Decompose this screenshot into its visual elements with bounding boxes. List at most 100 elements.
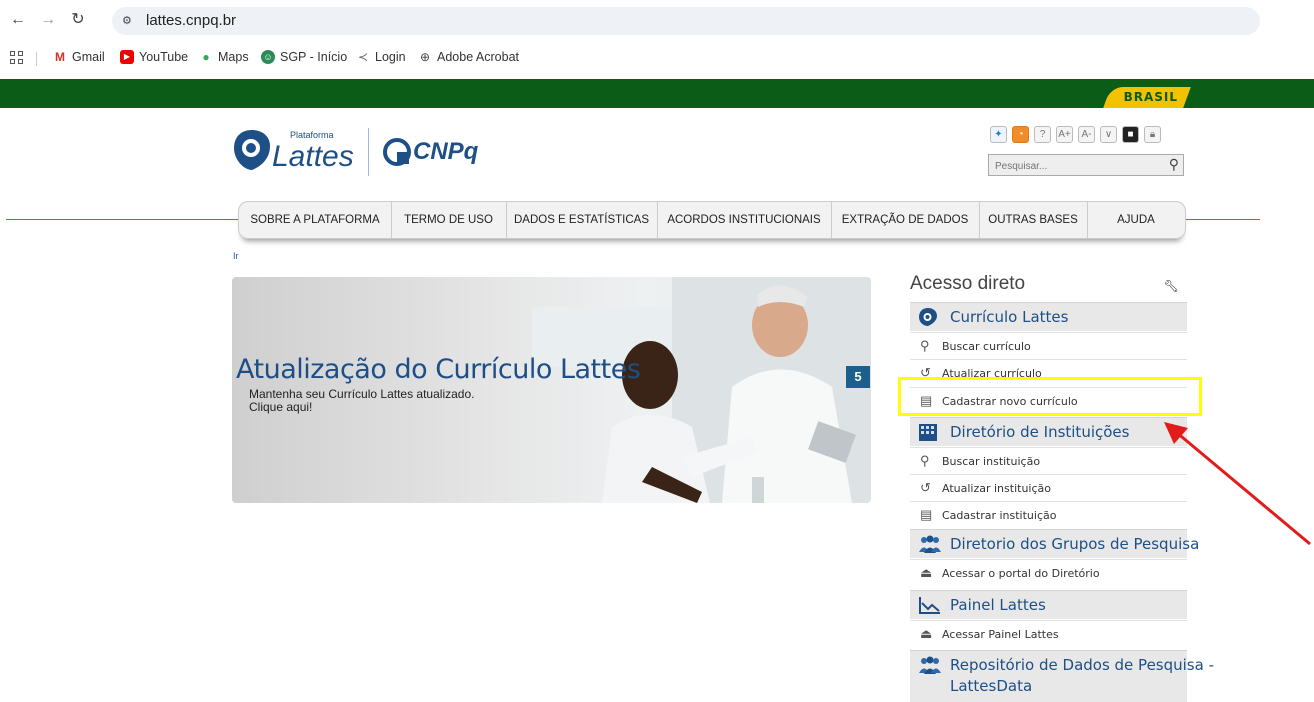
gmail-icon: M xyxy=(55,50,65,64)
item-label: Buscar instituição xyxy=(942,455,1041,468)
mouse-icon: ⏏ xyxy=(920,565,933,580)
banner-subtitle: Mantenha seu Currículo Lattes atualizado… xyxy=(249,388,474,414)
mouse-icon: ⏏ xyxy=(920,626,933,641)
bookmark-label: Gmail xyxy=(72,50,105,64)
url-text: lattes.cnpq.br xyxy=(146,12,237,29)
menu-extracao[interactable]: EXTRAÇÃO DE DADOS xyxy=(831,202,980,238)
section-label: Painel Lattes xyxy=(950,596,1046,614)
back-icon[interactable]: ← xyxy=(8,10,28,30)
bookmark-youtube[interactable]: ▶ YouTube xyxy=(120,50,188,64)
wrench-icon[interactable]: 🔧︎ xyxy=(1164,279,1179,293)
chart-line-icon xyxy=(919,597,940,614)
cnpq-logo[interactable]: CNPq xyxy=(368,128,488,176)
bookmark-label: YouTube xyxy=(139,50,189,64)
bookmark-login[interactable]: ≺ Login xyxy=(356,50,406,64)
red-arrow-annotation xyxy=(1164,422,1311,546)
menu-dados[interactable]: DADOS E ESTATÍSTICAS xyxy=(506,202,658,238)
section-diretorio-instituicoes[interactable]: Diretório de Instituições xyxy=(910,417,1187,446)
bookmarks-bar: M Gmail ▶ YouTube ● Maps ☺ SGP - Início … xyxy=(0,46,1314,72)
section-label: Repositório de Dados de Pesquisa - xyxy=(950,656,1214,674)
sidebar-title: Acesso direto xyxy=(910,273,1026,294)
section-grupos-pesquisa[interactable]: Diretorio dos Grupos de Pesquisa xyxy=(910,529,1199,558)
sgp-icon: ☺ xyxy=(261,50,275,64)
form-icon: ▤ xyxy=(920,507,933,522)
utility-icons: ✦ ◔ ? A+ A- ∨ ■ 🔒︎ xyxy=(990,126,1161,144)
lattes-logo[interactable]: Plataforma Lattes xyxy=(232,124,362,176)
login-icon: ≺ xyxy=(357,50,369,64)
item-cadastrar-instituicao[interactable]: ▤ Cadastrar instituição xyxy=(910,501,1187,528)
address-bar[interactable]: ⚙ lattes.cnpq.br xyxy=(112,7,1260,35)
maps-icon: ● xyxy=(202,50,210,64)
search-icon: ⚲ xyxy=(920,338,930,353)
site-settings-icon[interactable]: ⚙ xyxy=(122,13,138,29)
search-input[interactable] xyxy=(993,157,1157,175)
bookmark-sgp[interactable]: ☺ SGP - Início xyxy=(261,50,347,64)
acrobat-icon: ⊕ xyxy=(419,50,431,64)
item-acessar-diretorio[interactable]: ⏏ Acessar o portal do Diretório xyxy=(910,559,1187,586)
menu-outras-bases[interactable]: OUTRAS BASES xyxy=(979,202,1088,238)
forward-icon[interactable]: → xyxy=(38,10,58,30)
cnpq-label: CNPq xyxy=(413,138,479,165)
item-label: Cadastrar instituição xyxy=(942,509,1057,522)
bookmark-label: Adobe Acrobat xyxy=(437,50,520,64)
section-repositorio-dados[interactable]: Repositório de Dados de Pesquisa - Latte… xyxy=(910,650,1214,702)
skip-link[interactable]: Ir xyxy=(233,251,239,261)
font-decrease-icon[interactable]: A- xyxy=(1078,126,1095,143)
contrast-icon[interactable]: ■ xyxy=(1122,126,1139,143)
building-icon xyxy=(919,424,937,441)
twitter-icon[interactable]: ✦ xyxy=(990,126,1007,143)
main-menu: SOBRE A PLATAFORMA TERMO DE USO DADOS E … xyxy=(238,201,1186,239)
item-buscar-instituicao[interactable]: ⚲ Buscar instituição xyxy=(910,447,1187,474)
bookmarks-separator xyxy=(36,52,37,66)
font-increase-icon[interactable]: A+ xyxy=(1056,126,1073,143)
chevron-down-icon[interactable]: ∨ xyxy=(1100,126,1117,143)
gov-bar: BRASIL xyxy=(0,79,1314,108)
item-label: Acessar o portal do Diretório xyxy=(942,567,1100,580)
hero-banner[interactable]: Atualização do Currículo Lattes Mantenha… xyxy=(232,277,871,503)
group-icon xyxy=(919,535,941,553)
bookmark-gmail[interactable]: M Gmail xyxy=(53,50,105,64)
section-painel-lattes[interactable]: Painel Lattes xyxy=(910,590,1187,619)
search-icon[interactable]: ⚲ xyxy=(1169,156,1179,173)
group-icon xyxy=(919,656,941,674)
item-acessar-painel[interactable]: ⏏ Acessar Painel Lattes xyxy=(910,620,1187,647)
help-icon[interactable]: ? xyxy=(1034,126,1051,143)
search-box: ⚲ xyxy=(988,154,1184,176)
lattes-small-label: Plataforma xyxy=(290,130,334,140)
bookmark-acrobat[interactable]: ⊕ Adobe Acrobat xyxy=(418,50,519,64)
section-label: Diretório de Instituições xyxy=(950,423,1130,441)
item-label: Acessar Painel Lattes xyxy=(942,628,1059,641)
brasil-label: BRASIL xyxy=(1123,90,1178,104)
banner-title: Atualização do Currículo Lattes xyxy=(236,354,641,385)
cnpq-logo-icon xyxy=(383,138,411,166)
section-label-line2: LattesData xyxy=(950,677,1033,695)
banner-slide-badge[interactable]: 5 xyxy=(846,366,870,388)
banner-line2: Clique aqui! xyxy=(249,400,313,414)
item-label: Atualizar instituição xyxy=(942,482,1051,495)
item-atualizar-instituicao[interactable]: ↺ Atualizar instituição xyxy=(910,474,1187,501)
bookmark-label: Maps xyxy=(218,50,249,64)
browser-toolbar: ← → ↻ ⚙ lattes.cnpq.br xyxy=(0,0,1314,40)
lattes-icon xyxy=(919,308,937,326)
highlight-box xyxy=(898,377,1202,416)
section-curriculo-lattes[interactable]: Currículo Lattes xyxy=(910,302,1187,331)
item-buscar-curriculo[interactable]: ⚲ Buscar currículo xyxy=(910,332,1187,359)
search-icon: ⚲ xyxy=(920,453,930,468)
reload-icon[interactable]: ↻ xyxy=(68,10,88,30)
menu-ajuda[interactable]: AJUDA xyxy=(1087,202,1185,238)
rss-icon[interactable]: ◔ xyxy=(1012,126,1029,143)
lattes-logo-icon xyxy=(234,130,270,170)
bookmark-label: Login xyxy=(375,50,406,64)
lattes-big-label: Lattes xyxy=(272,140,354,173)
menu-termo[interactable]: TERMO DE USO xyxy=(391,202,507,238)
bookmark-maps[interactable]: ● Maps xyxy=(199,50,249,64)
youtube-icon: ▶ xyxy=(120,50,134,64)
item-label: Buscar currículo xyxy=(942,340,1031,353)
access-sidebar: Acesso direto 🔧︎ Currículo Lattes ⚲ Busc… xyxy=(910,273,1214,702)
lock-icon[interactable]: 🔒︎ xyxy=(1144,126,1161,143)
menu-acordos[interactable]: ACORDOS INSTITUCIONAIS xyxy=(657,202,832,238)
menu-sobre[interactable]: SOBRE A PLATAFORMA xyxy=(239,202,392,238)
section-label: Currículo Lattes xyxy=(950,308,1069,326)
apps-grid-icon[interactable] xyxy=(10,51,24,65)
bookmark-label: SGP - Início xyxy=(280,50,348,64)
